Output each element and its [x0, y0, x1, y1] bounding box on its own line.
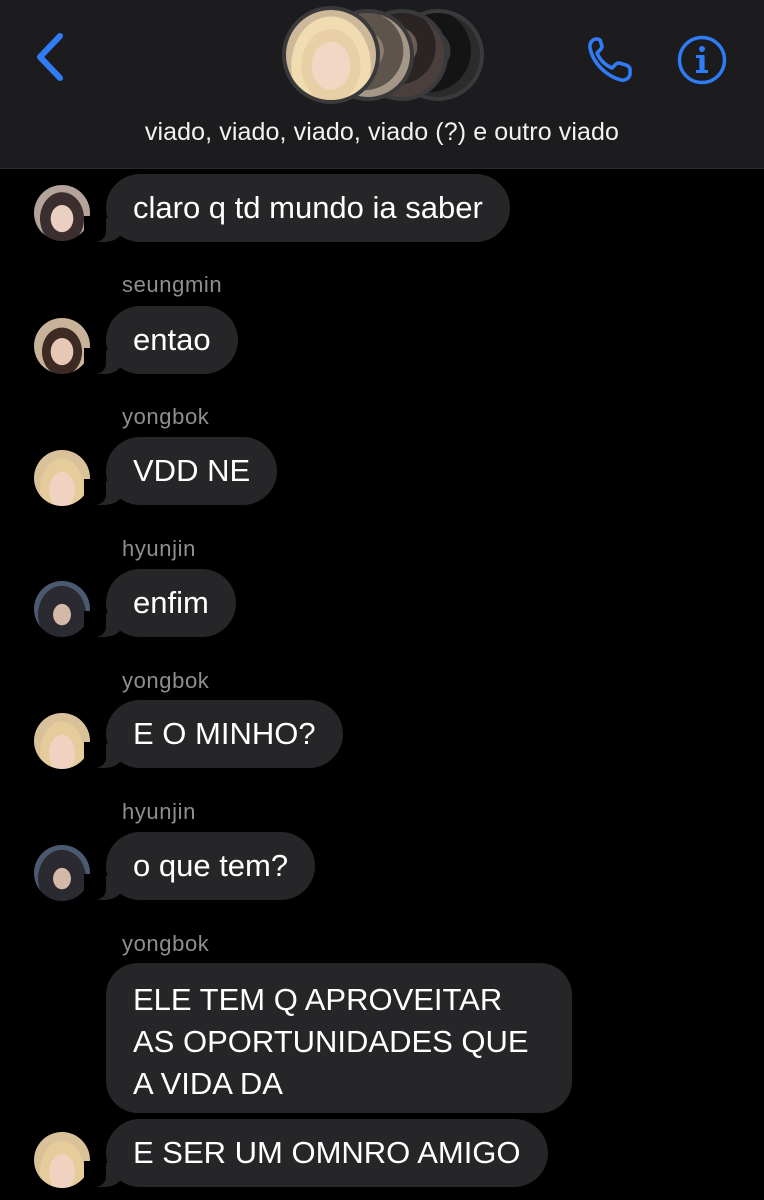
message-text: enfim — [133, 585, 209, 620]
message-text: ELE TEM Q APROVEITAR AS OPORTUNIDADES QU… — [133, 982, 529, 1101]
sender-avatar[interactable] — [34, 1132, 90, 1188]
message-bubble[interactable]: E SER UM OMNRO AMIGO — [84, 1119, 548, 1187]
sender-avatar[interactable] — [34, 318, 90, 374]
message-bubble[interactable]: enfim — [84, 569, 236, 637]
sender-name: yongbok — [122, 668, 210, 693]
message-bubble[interactable]: o que tem? — [83, 832, 316, 900]
sender-name: hyunjin — [122, 799, 196, 824]
message-bubble[interactable]: ELE TEM Q APROVEITAR AS OPORTUNIDADES QU… — [106, 963, 572, 1113]
member-avatar — [282, 6, 380, 104]
message-bubble[interactable]: E O MINHO? — [84, 700, 343, 768]
message-text: claro q td mundo ia saber — [133, 190, 483, 225]
call-button[interactable] — [584, 34, 642, 86]
sender-avatar[interactable] — [34, 581, 90, 637]
sender-name: seungmin — [122, 272, 223, 297]
message-text: VDD NE — [133, 453, 251, 488]
sender-avatar[interactable] — [34, 845, 90, 901]
message-text: E SER UM OMNRO AMIGO — [133, 1135, 521, 1170]
message-text: o que tem? — [133, 848, 289, 883]
sender-avatar[interactable] — [34, 713, 90, 769]
phone-icon — [588, 37, 632, 82]
message-bubble[interactable]: claro q td mundo ia saber — [84, 174, 510, 242]
info-button[interactable] — [676, 34, 728, 86]
chat-header: viado, viado, viado, viado (?) e outro v… — [0, 0, 764, 169]
chevron-left-icon — [37, 33, 63, 81]
sender-avatar[interactable] — [34, 185, 90, 241]
group-name[interactable]: viado, viado, viado, viado (?) e outro v… — [0, 118, 764, 147]
message-text: E O MINHO? — [133, 716, 316, 751]
back-button[interactable] — [28, 28, 78, 86]
sender-name: hyunjin — [122, 536, 196, 561]
sender-name: yongbok — [122, 931, 210, 956]
sender-name: yongbok — [122, 404, 210, 429]
sender-avatar[interactable] — [34, 450, 90, 506]
group-avatar-stack[interactable] — [282, 6, 486, 106]
info-icon — [677, 35, 727, 85]
message-text: entao — [133, 322, 211, 357]
message-bubble[interactable]: entao — [84, 306, 238, 374]
message-bubble[interactable]: VDD NE — [83, 437, 278, 505]
